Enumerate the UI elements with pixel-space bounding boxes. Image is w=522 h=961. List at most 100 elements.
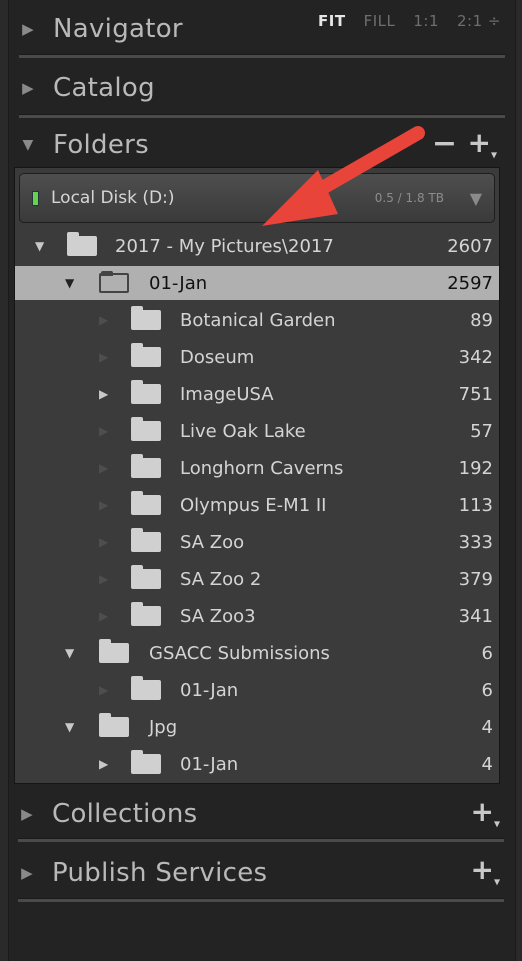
folder-name: Doseum: [180, 346, 255, 368]
folder-count: 333: [458, 531, 493, 553]
folder-icon: [131, 454, 161, 478]
divider: [18, 838, 504, 842]
expanded-arrow-icon[interactable]: ▼: [35, 239, 44, 253]
folder-icon: [131, 602, 161, 626]
collapsed-arrow-icon: ▶: [99, 609, 109, 623]
collapsed-arrow-icon: ▶: [99, 424, 109, 438]
folder-icon: [67, 232, 97, 256]
collapsed-arrow-icon: ▶: [99, 498, 109, 512]
folder-count: 751: [458, 383, 493, 405]
expand-triangle-icon[interactable]: ▶: [13, 20, 43, 38]
remove-folder-minus-icon[interactable]: −: [432, 126, 457, 161]
zoom-1-1-option[interactable]: 1:1: [413, 12, 439, 30]
folder-name: 01-Jan: [180, 753, 239, 775]
open-folder-icon: [99, 271, 129, 293]
folder-count: 89: [470, 309, 493, 331]
expanded-triangle-icon[interactable]: ▼: [13, 137, 43, 153]
collapsed-arrow-icon[interactable]: ▶: [99, 387, 108, 401]
folder-row[interactable]: ▶ Doseum 342: [15, 340, 499, 374]
folder-name: Jpg: [149, 716, 178, 738]
folder-count: 6: [481, 642, 493, 664]
add-folder-plus-icon[interactable]: +▾: [468, 126, 498, 162]
folder-name: Longhorn Caverns: [180, 457, 344, 479]
collapsed-arrow-icon: ▶: [99, 350, 109, 364]
folder-count: 2597: [447, 272, 493, 294]
folder-count: 113: [458, 494, 493, 516]
folder-icon: [131, 491, 161, 515]
folder-row[interactable]: ▶ ImageUSA 751: [15, 377, 499, 411]
folder-count: 192: [458, 457, 493, 479]
disk-status-led-icon: [32, 190, 39, 206]
folder-icon: [99, 639, 129, 663]
catalog-header[interactable]: ▶ Catalog: [9, 62, 515, 114]
folder-count: 57: [470, 420, 493, 442]
divider: [19, 54, 505, 58]
folder-icon: [131, 306, 161, 330]
expanded-arrow-icon[interactable]: ▼: [65, 720, 74, 734]
catalog-title: Catalog: [53, 73, 155, 103]
folder-name: SA Zoo3: [180, 605, 256, 627]
folder-count: 379: [458, 568, 493, 590]
folder-row[interactable]: ▶ 01-Jan 6: [15, 673, 499, 707]
folder-count: 2607: [447, 235, 493, 257]
folder-row-selected[interactable]: ▼ 01-Jan 2597: [15, 266, 499, 300]
folder-row[interactable]: ▼ Jpg 4: [15, 710, 499, 744]
folder-row[interactable]: ▶ 01-Jan 4: [15, 747, 499, 781]
folder-row[interactable]: ▼ GSACC Submissions 6: [15, 636, 499, 670]
folder-count: 341: [458, 605, 493, 627]
volume-dropdown-icon[interactable]: ▼: [470, 189, 482, 208]
collapsed-arrow-icon: ▶: [99, 572, 109, 586]
folder-row[interactable]: ▶ SA Zoo 2 379: [15, 562, 499, 596]
collapsed-triangle-icon[interactable]: ▶: [12, 864, 42, 882]
folder-icon: [131, 417, 161, 441]
folder-row[interactable]: ▶ SA Zoo3 341: [15, 599, 499, 633]
folder-name: SA Zoo: [180, 531, 245, 553]
collections-header[interactable]: ▶ Collections: [8, 790, 514, 838]
folder-row[interactable]: ▶ Botanical Garden 89: [15, 303, 499, 337]
folder-row[interactable]: ▼ 2017 - My Pictures\2017 2607: [15, 229, 499, 263]
volume-bar[interactable]: Local Disk (D:) 0.5 / 1.8 TB ▼: [19, 173, 495, 223]
collapsed-arrow-icon[interactable]: ▶: [99, 757, 108, 771]
folder-icon: [99, 713, 129, 737]
folder-row[interactable]: ▶ Longhorn Caverns 192: [15, 451, 499, 485]
add-publish-service-plus-icon[interactable]: +▾: [471, 853, 501, 889]
folder-row[interactable]: ▶ Olympus E-M1 II 113: [15, 488, 499, 522]
collapsed-triangle-icon[interactable]: ▶: [13, 79, 43, 97]
folder-row[interactable]: ▶ Live Oak Lake 57: [15, 414, 499, 448]
expanded-arrow-icon[interactable]: ▼: [65, 646, 74, 660]
collapsed-arrow-icon: ▶: [99, 535, 109, 549]
folder-name: Olympus E-M1 II: [180, 494, 327, 516]
folder-icon: [131, 380, 161, 404]
collapsed-arrow-icon: ▶: [99, 313, 109, 327]
publish-services-header[interactable]: ▶ Publish Services: [8, 848, 514, 898]
zoom-2-1-option[interactable]: 2:1 ÷: [457, 12, 501, 30]
folder-count: 6: [481, 679, 493, 701]
divider: [18, 898, 504, 902]
folder-count: 4: [481, 753, 493, 775]
folders-title: Folders: [53, 130, 149, 160]
collapsed-arrow-icon: ▶: [99, 683, 109, 697]
folder-name: GSACC Submissions: [149, 642, 330, 664]
expanded-arrow-icon[interactable]: ▼: [65, 276, 74, 290]
folder-row[interactable]: ▶ SA Zoo 333: [15, 525, 499, 559]
zoom-fill-option[interactable]: FILL: [364, 12, 396, 30]
collapsed-triangle-icon[interactable]: ▶: [12, 805, 42, 823]
folder-name: 2017 - My Pictures\2017: [115, 235, 334, 257]
folder-count: 4: [481, 716, 493, 738]
divider: [19, 114, 505, 118]
folder-icon: [131, 565, 161, 589]
folder-name: Botanical Garden: [180, 309, 336, 331]
add-collection-plus-icon[interactable]: +▾: [471, 795, 501, 831]
zoom-fit-option[interactable]: FIT: [318, 12, 346, 30]
navigator-zoom-options: FIT FILL 1:1 2:1 ÷: [318, 12, 501, 30]
collapsed-arrow-icon: ▶: [99, 461, 109, 475]
collections-title: Collections: [52, 799, 198, 829]
folder-name: Live Oak Lake: [180, 420, 306, 442]
folder-count: 342: [458, 346, 493, 368]
folder-icon: [131, 528, 161, 552]
folder-icon: [131, 343, 161, 367]
disk-usage: 0.5 / 1.8 TB: [374, 191, 444, 205]
folder-name: SA Zoo 2: [180, 568, 262, 590]
navigator-title: Navigator: [53, 14, 183, 44]
folder-name: 01-Jan: [180, 679, 239, 701]
